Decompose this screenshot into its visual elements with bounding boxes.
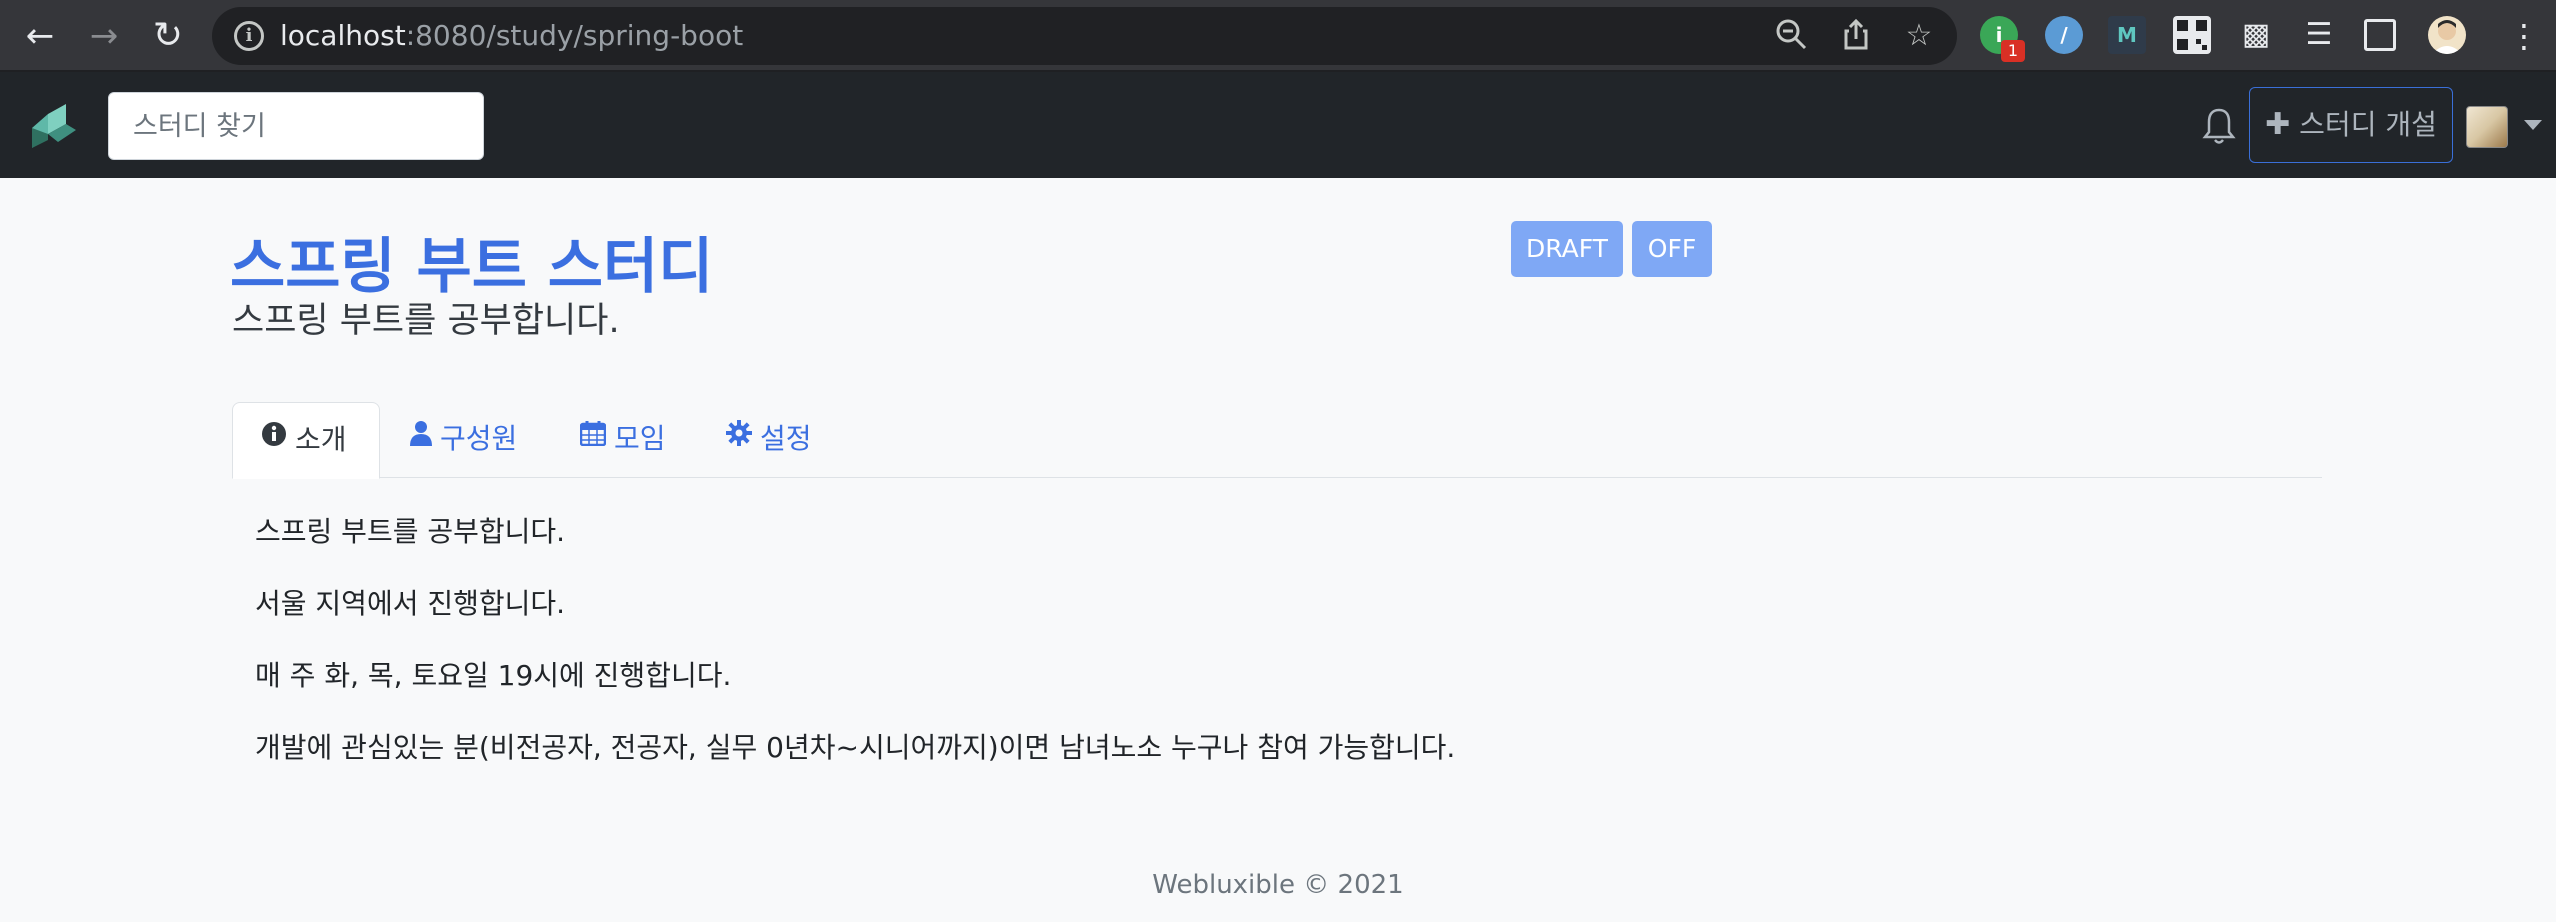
plus-icon: ✚ (2265, 107, 2291, 142)
zoom-out-icon[interactable] (1772, 17, 1810, 55)
qr-code-icon[interactable] (2173, 16, 2211, 54)
study-short-description: 스프링 부트를 공부합니다. (232, 301, 620, 341)
logo-icon[interactable] (26, 100, 80, 154)
tab-events[interactable]: 모임 (572, 402, 674, 478)
address-bar[interactable]: i localhost:8080/study/spring-boot ☆ (212, 7, 1957, 65)
reload-icon[interactable]: ↻ (144, 12, 192, 60)
chevron-down-icon[interactable] (2524, 120, 2542, 130)
browser-menu-icon[interactable]: ⋮ (2500, 12, 2548, 60)
open-study-button[interactable]: ✚ 스터디 개설 (2249, 87, 2453, 163)
share-icon[interactable] (1837, 17, 1875, 55)
tab-members[interactable]: 구성원 (402, 402, 525, 478)
user-icon (410, 400, 432, 474)
extension-badge: 1 (2001, 40, 2025, 62)
extensions-puzzle-icon[interactable]: ▩ (2237, 16, 2275, 54)
tab-intro[interactable]: 소개 (232, 402, 380, 479)
browser-toolbar: ← → ↻ i localhost:8080/study/spring-boot… (0, 0, 2556, 72)
extension-icon[interactable]: M (2108, 16, 2146, 54)
description-paragraph: 개발에 관심있는 분(비전공자, 전공자, 실무 0년차~시니어까지)이면 남녀… (255, 731, 1456, 764)
side-panel-icon[interactable] (2364, 19, 2396, 51)
footer-text: Webluxible © 2021 (1152, 870, 1404, 900)
profile-avatar-icon[interactable] (2428, 16, 2466, 54)
study-tabs: 소개 구성원 모임 설정 (232, 402, 2322, 479)
app-navbar: ✚ 스터디 개설 (0, 72, 2556, 178)
off-badge[interactable]: OFF (1632, 221, 1712, 277)
bookmark-star-icon[interactable]: ☆ (1900, 17, 1938, 55)
description-paragraph: 매 주 화, 목, 토요일 19시에 진행합니다. (255, 659, 732, 692)
gear-icon (726, 400, 752, 474)
draft-badge[interactable]: DRAFT (1511, 221, 1623, 277)
calendar-icon (579, 400, 607, 474)
extension-icon[interactable]: / (2045, 16, 2083, 54)
description-paragraph: 스프링 부트를 공부합니다. (255, 515, 566, 548)
back-arrow-icon[interactable]: ← (16, 12, 64, 60)
info-circle-icon (261, 401, 287, 475)
site-info-icon[interactable]: i (234, 21, 264, 51)
tab-settings[interactable]: 설정 (718, 402, 820, 478)
user-avatar[interactable] (2466, 106, 2508, 148)
study-search-input[interactable] (108, 92, 484, 160)
reading-list-icon[interactable]: ☰ (2300, 16, 2338, 54)
description-paragraph: 서울 지역에서 진행합니다. (255, 587, 566, 620)
bell-icon[interactable] (2200, 106, 2238, 146)
forward-arrow-icon[interactable]: → (80, 12, 128, 60)
url-text[interactable]: localhost:8080/study/spring-boot (280, 19, 743, 52)
